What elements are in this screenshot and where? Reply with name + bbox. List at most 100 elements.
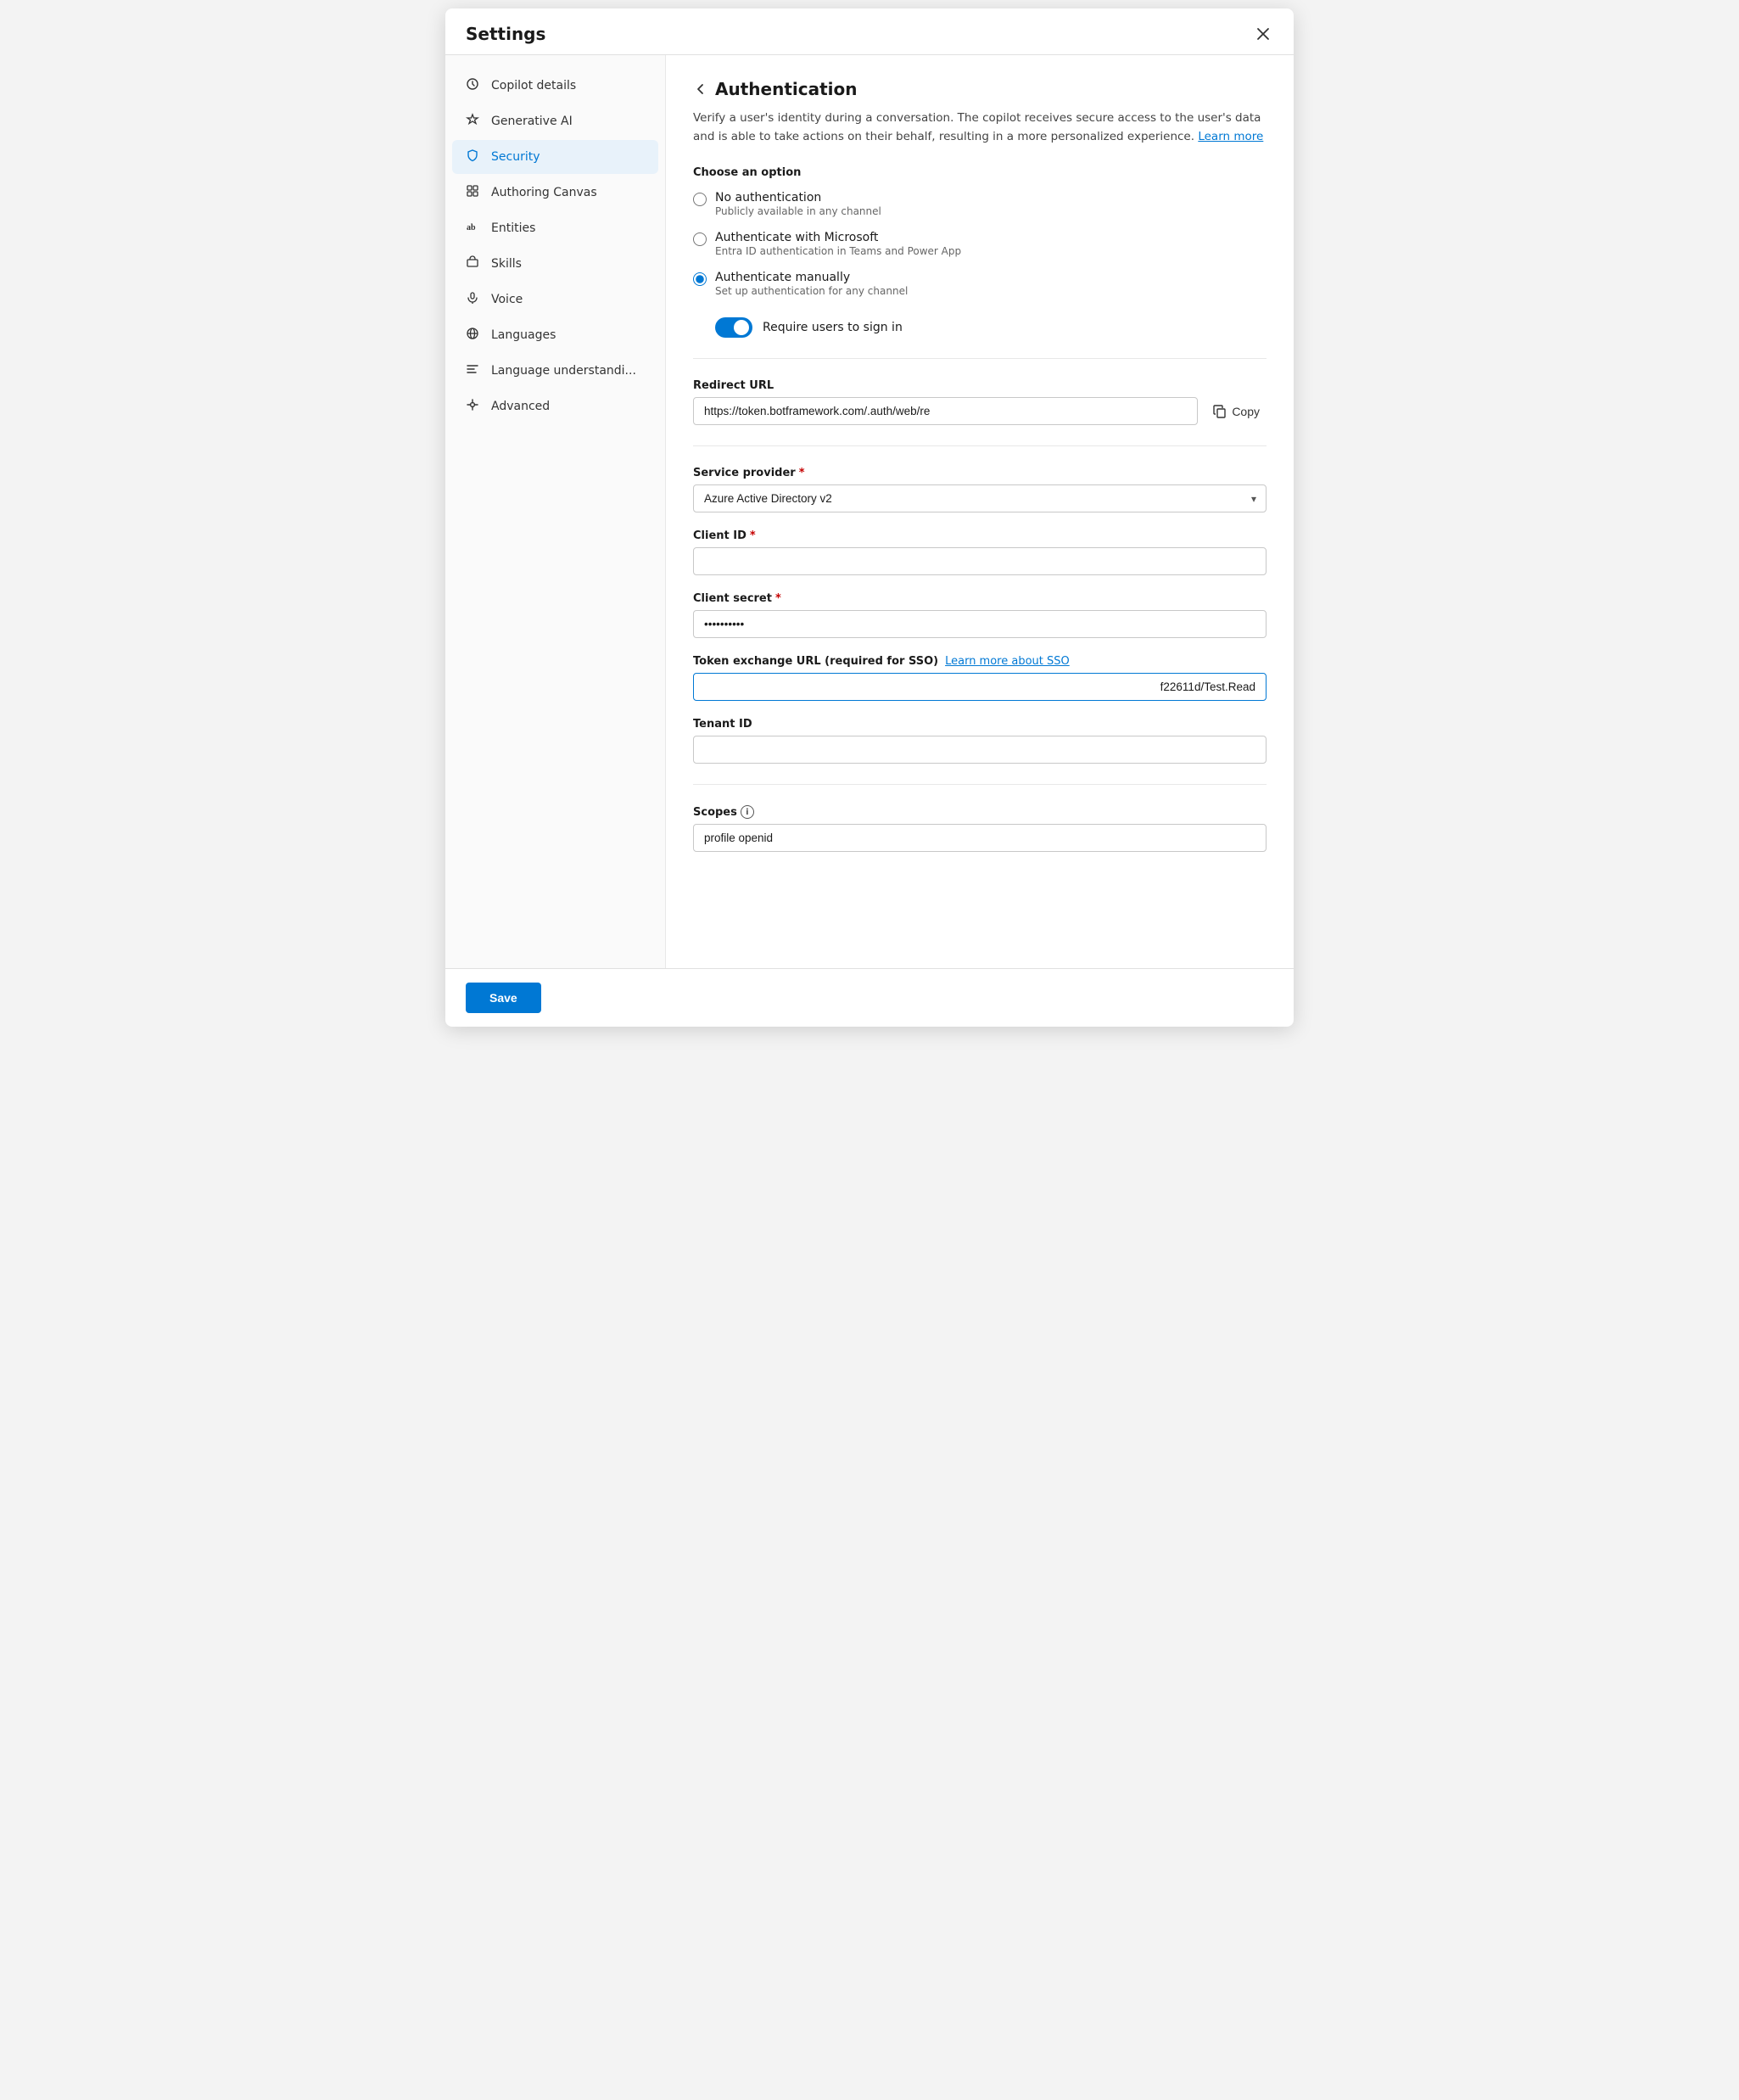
sidebar-item-skills[interactable]: Skills: [452, 247, 658, 281]
section-title: Authentication: [715, 79, 857, 99]
client-id-label: Client ID *: [693, 529, 1267, 542]
scopes-group: Scopes i: [693, 805, 1267, 852]
svg-text:ab: ab: [467, 223, 476, 232]
divider-3: [693, 784, 1267, 785]
main-content: Authentication Verify a user's identity …: [666, 55, 1294, 968]
radio-manual-auth-main: Authenticate manually: [715, 271, 908, 284]
entities-icon: ab: [464, 220, 481, 237]
copy-button[interactable]: Copy: [1206, 400, 1267, 423]
divider-2: [693, 445, 1267, 446]
sidebar-item-advanced-label: Advanced: [491, 400, 550, 413]
sidebar-item-security-label: Security: [491, 150, 540, 164]
radio-microsoft-auth-sub: Entra ID authentication in Teams and Pow…: [715, 245, 961, 257]
service-provider-label: Service provider *: [693, 467, 1267, 479]
close-icon: [1256, 27, 1270, 41]
radio-no-auth-main: No authentication: [715, 191, 881, 204]
client-id-group: Client ID *: [693, 529, 1267, 575]
require-signin-toggle[interactable]: [715, 317, 752, 338]
client-id-input[interactable]: [693, 547, 1267, 575]
redirect-url-label: Redirect URL: [693, 379, 1267, 392]
back-icon: [693, 81, 708, 97]
authoring-canvas-icon: [464, 184, 481, 201]
scopes-input[interactable]: [693, 824, 1267, 852]
sidebar-item-authoring-canvas-label: Authoring Canvas: [491, 186, 597, 199]
radio-group: No authentication Publicly available in …: [693, 191, 1267, 297]
token-exchange-url-group: Token exchange URL (required for SSO) Le…: [693, 655, 1267, 701]
radio-option-no-auth[interactable]: No authentication Publicly available in …: [693, 191, 1267, 217]
language-understanding-icon: [464, 362, 481, 379]
radio-manual-auth-sub: Set up authentication for any channel: [715, 285, 908, 297]
redirect-url-group: Redirect URL Copy: [693, 379, 1267, 425]
copy-icon: [1213, 405, 1227, 418]
radio-manual-auth-labels: Authenticate manually Set up authenticat…: [715, 271, 908, 297]
tenant-id-group: Tenant ID: [693, 718, 1267, 764]
client-id-required: *: [750, 529, 756, 542]
learn-more-link[interactable]: Learn more: [1198, 130, 1263, 143]
radio-manual-auth[interactable]: [693, 272, 707, 286]
sidebar-item-language-understanding[interactable]: Language understandi...: [452, 354, 658, 388]
sidebar-item-copilot-details[interactable]: Copilot details: [452, 69, 658, 103]
radio-no-auth-labels: No authentication Publicly available in …: [715, 191, 881, 217]
sidebar-item-security[interactable]: Security: [452, 140, 658, 174]
redirect-url-input[interactable]: [693, 397, 1198, 425]
sidebar-item-voice[interactable]: Voice: [452, 283, 658, 316]
sidebar-item-skills-label: Skills: [491, 257, 522, 271]
radio-option-manual-auth[interactable]: Authenticate manually Set up authenticat…: [693, 271, 1267, 297]
token-exchange-url-label: Token exchange URL (required for SSO) Le…: [693, 655, 1267, 668]
sidebar-item-entities[interactable]: ab Entities: [452, 211, 658, 245]
sidebar-item-language-understanding-label: Language understandi...: [491, 364, 636, 378]
service-provider-wrapper: Azure Active Directory v2 Azure Active D…: [693, 484, 1267, 512]
window-title: Settings: [466, 24, 545, 44]
copilot-details-icon: [464, 77, 481, 94]
client-secret-required: *: [775, 592, 781, 605]
generative-ai-icon: [464, 113, 481, 130]
toggle-row: Require users to sign in: [715, 317, 1267, 338]
sidebar-item-languages-label: Languages: [491, 328, 556, 342]
service-provider-select[interactable]: Azure Active Directory v2 Azure Active D…: [693, 484, 1267, 512]
scopes-label: Scopes i: [693, 805, 1267, 819]
tenant-id-label: Tenant ID: [693, 718, 1267, 731]
back-button[interactable]: [693, 81, 708, 97]
sidebar-item-authoring-canvas[interactable]: Authoring Canvas: [452, 176, 658, 210]
radio-microsoft-auth-main: Authenticate with Microsoft: [715, 231, 961, 244]
client-secret-group: Client secret *: [693, 592, 1267, 638]
toggle-label: Require users to sign in: [763, 321, 903, 334]
section-header: Authentication: [693, 79, 1267, 99]
radio-microsoft-auth-labels: Authenticate with Microsoft Entra ID aut…: [715, 231, 961, 257]
radio-no-auth-sub: Publicly available in any channel: [715, 205, 881, 217]
save-button[interactable]: Save: [466, 983, 541, 1013]
radio-option-microsoft-auth[interactable]: Authenticate with Microsoft Entra ID aut…: [693, 231, 1267, 257]
sidebar-item-copilot-details-label: Copilot details: [491, 79, 576, 92]
skills-icon: [464, 255, 481, 272]
token-exchange-url-input[interactable]: [693, 673, 1267, 701]
service-provider-required: *: [799, 467, 805, 479]
section-description: Verify a user's identity during a conver…: [693, 109, 1267, 146]
choose-option-label: Choose an option: [693, 166, 1267, 179]
sidebar-item-languages[interactable]: Languages: [452, 318, 658, 352]
sidebar-item-voice-label: Voice: [491, 293, 523, 306]
window-footer: Save: [445, 968, 1294, 1027]
radio-no-auth[interactable]: [693, 193, 707, 206]
settings-window: Settings Copilot details Generative AI Sec…: [445, 8, 1294, 1027]
tenant-id-input[interactable]: [693, 736, 1267, 764]
client-secret-input[interactable]: [693, 610, 1267, 638]
divider-1: [693, 358, 1267, 359]
security-icon: [464, 148, 481, 165]
sidebar-item-generative-ai[interactable]: Generative AI: [452, 104, 658, 138]
client-secret-label: Client secret *: [693, 592, 1267, 605]
window-header: Settings: [445, 8, 1294, 55]
sidebar-item-entities-label: Entities: [491, 221, 535, 235]
window-body: Copilot details Generative AI Security Auth…: [445, 55, 1294, 968]
scopes-info-icon[interactable]: i: [741, 805, 754, 819]
sidebar-item-generative-ai-label: Generative AI: [491, 115, 573, 128]
close-button[interactable]: [1253, 24, 1273, 44]
voice-icon: [464, 291, 481, 308]
radio-microsoft-auth[interactable]: [693, 232, 707, 246]
languages-icon: [464, 327, 481, 344]
sidebar: Copilot details Generative AI Security Auth…: [445, 55, 666, 968]
copy-label: Copy: [1232, 405, 1260, 418]
redirect-url-row: Copy: [693, 397, 1267, 425]
sidebar-item-advanced[interactable]: Advanced: [452, 389, 658, 423]
sso-learn-more-link[interactable]: Learn more about SSO: [945, 655, 1070, 668]
advanced-icon: [464, 398, 481, 415]
